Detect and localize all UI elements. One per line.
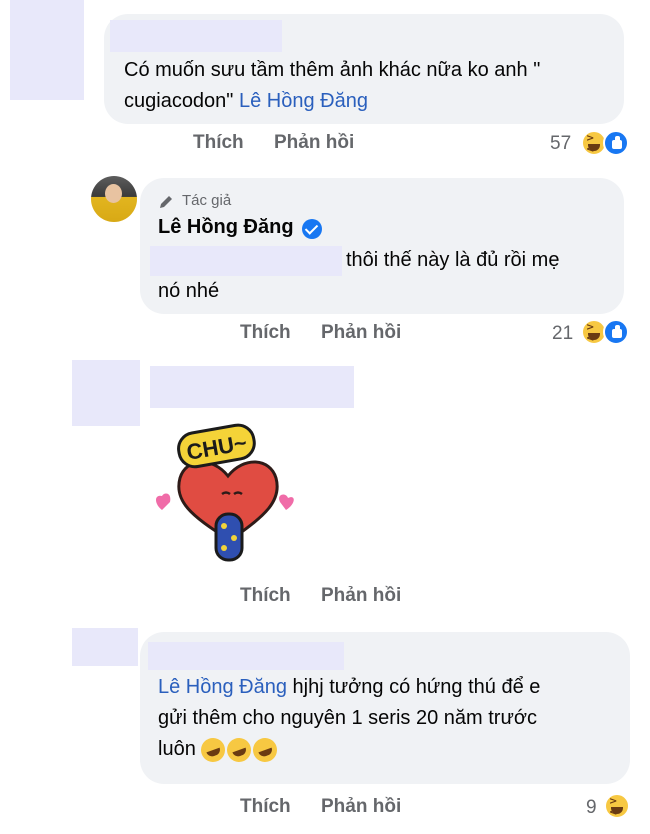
comment-text-part: gửi thêm cho nguyên 1 seris 20 năm trước — [158, 707, 537, 729]
mention-link[interactable]: Lê Hồng Đăng — [239, 90, 368, 112]
like-reaction-icon — [603, 130, 629, 156]
reply-button[interactable]: Phản hồi — [274, 132, 354, 154]
redacted-avatar — [72, 360, 140, 426]
reply-button[interactable]: Phản hồi — [321, 585, 401, 607]
rofl-emoji-icon — [249, 734, 281, 766]
reply-button[interactable]: Phản hồi — [321, 796, 401, 818]
mention-link[interactable]: Lê Hồng Đăng — [158, 676, 287, 698]
comment-text-part: luôn — [158, 738, 196, 760]
redacted-name — [150, 366, 354, 408]
redacted-name — [148, 642, 344, 670]
like-button[interactable]: Thích — [240, 796, 291, 818]
like-button[interactable]: Thích — [193, 132, 244, 154]
comment-text-part: Có muốn sưu tầm thêm ảnh khác nữa ko anh… — [124, 59, 541, 81]
redacted-avatar — [72, 628, 138, 666]
pink-heart-right — [279, 494, 294, 510]
verified-icon — [302, 219, 322, 239]
redacted-name — [110, 20, 282, 52]
reply-button[interactable]: Phản hồi — [321, 322, 401, 344]
like-reaction-icon — [603, 319, 629, 345]
comment-text-part: nó nhé — [158, 280, 220, 302]
haha-reaction-icon — [604, 793, 630, 819]
comment-text: Có muốn sưu tầm thêm ảnh khác nữa ko anh… — [124, 55, 614, 117]
pencil-icon — [160, 196, 172, 208]
reaction-count[interactable]: 57 — [550, 133, 571, 155]
comment-text-part: hjhj tưởng có hứng thú để e — [286, 676, 541, 698]
pink-heart-left — [156, 493, 171, 510]
rofl-emoji-icon — [223, 734, 255, 766]
comment-author[interactable]: Lê Hồng Đăng — [158, 216, 294, 239]
author-badge-label: Tác giả — [182, 192, 232, 209]
reaction-count[interactable]: 21 — [552, 323, 573, 345]
like-button[interactable]: Thích — [240, 585, 291, 607]
redacted-avatar — [10, 0, 84, 100]
comment-text-part: thôi thế này là đủ rồi mẹ — [346, 249, 560, 271]
chu-heart-sticker[interactable]: CHU~ — [150, 420, 310, 580]
comment-text: Lê Hồng Đăng hjhj tưởng có hứng thú để e… — [158, 672, 624, 766]
like-button[interactable]: Thích — [240, 322, 291, 344]
redacted-mention — [150, 246, 342, 276]
avatar[interactable] — [91, 176, 137, 222]
reaction-count[interactable]: 9 — [586, 797, 597, 819]
rofl-emoji-icon — [197, 734, 229, 766]
comment-text-part: cugiacodon" — [124, 90, 234, 112]
